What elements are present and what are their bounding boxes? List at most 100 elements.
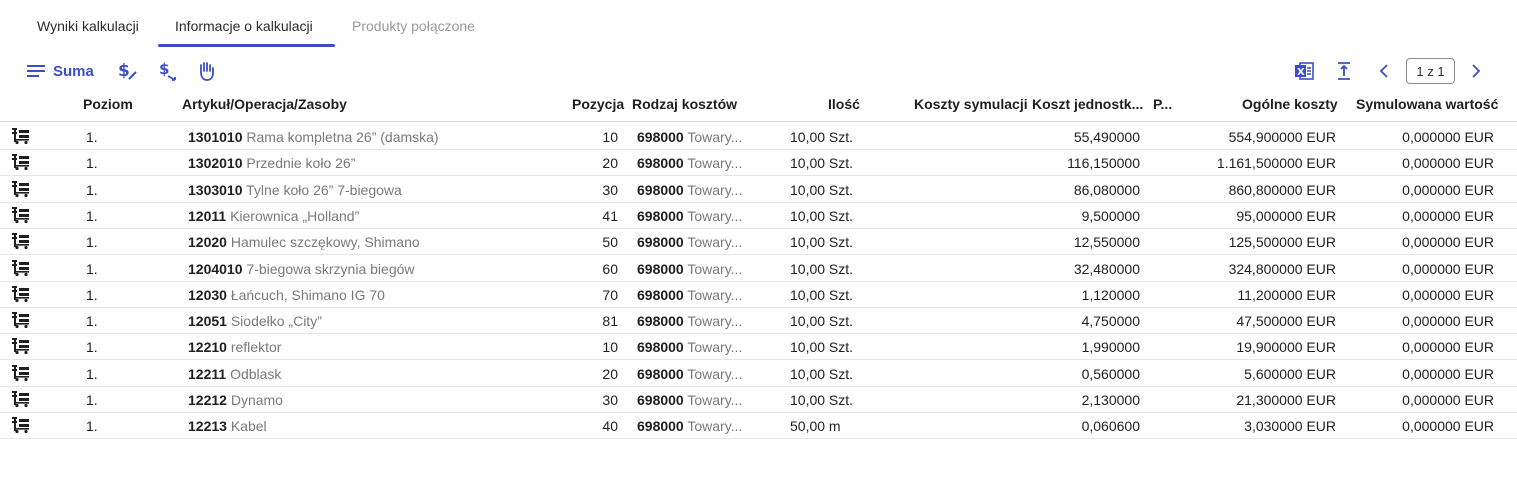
cell-total-costs: 125,500000 EUR [1228,234,1336,251]
table-row[interactable]: 1. 12211 Odblask 20 698000 Towary... 10,00 S… [0,360,1517,387]
col-header-article[interactable]: Artykuł/Operacja/Zasoby [182,96,347,112]
cell-article[interactable]: 12011 Kierownica „Holland” [188,208,359,224]
table-row[interactable]: 1. 1301010 Rama kompletna 26” (damska) 10 6… [0,123,1517,150]
article-name: Rama kompletna 26” (damska) [246,129,439,145]
cell-level: 1. [86,339,98,356]
dollar-edit-icon[interactable]: $ [116,59,138,83]
cost-type-name: Towary... [687,234,743,251]
cell-simulated-value: 0,000000 EUR [1402,181,1494,198]
cost-type-name: Towary... [687,286,743,303]
expand-icon[interactable] [1336,59,1352,83]
dollar-arrow-icon[interactable]: $ [157,59,179,83]
bom-item-icon [11,153,31,171]
cell-simulated-value: 0,000000 EUR [1402,313,1494,330]
cell-article[interactable]: 12030 Łańcuch, Shimano IG 70 [188,287,385,303]
cell-article[interactable]: 1204010 7-biegowa skrzynia biegów [188,261,415,277]
article-code: 12211 [188,365,227,382]
article-code: 12030 [188,286,227,303]
cell-cost-type: 698000 Towary... [637,339,757,355]
table-row[interactable]: 1. 1303010 Tylne koło 26” 7-biegowa 30 6980… [0,176,1517,203]
bom-item-icon [11,337,31,355]
article-name: Kierownica „Holland” [230,207,360,224]
cell-article[interactable]: 12051 Siodełko „City” [188,313,322,329]
table-row[interactable]: 1. 12020 Hamulec szczękowy, Shimano 50 6980… [0,228,1517,256]
cell-total-costs: 21,300000 EUR [1236,392,1336,408]
cell-unit-cost: 4,750000 [1081,313,1140,330]
cell-quantity: 10,00 Szt. [790,339,854,356]
cell-article[interactable]: 1302010 Przednie koło 26” [188,155,355,171]
grid-header: Poziom Artykuł/Operacja/Zasoby Pozycja R… [0,88,1517,122]
tab-linked-products[interactable]: Produkty połączone [352,18,475,34]
table-row[interactable]: 1. 12212 Dynamo 30 698000 Towary... 10,00 Sz… [0,386,1517,413]
cost-type-name: Towary... [687,313,743,330]
tab-calculation-results[interactable]: Wyniki kalkulacji [37,18,139,34]
cell-cost-type: 698000 Towary... [637,129,757,145]
cell-cost-type: 698000 Towary... [637,313,757,329]
cell-cost-type: 698000 Towary... [637,234,757,250]
article-name: Kabel [230,418,267,435]
cell-position: 41 [602,207,618,224]
cell-cost-type: 698000 Towary... [637,366,757,382]
cell-unit-cost: 116,150000 [1067,155,1140,172]
table-row[interactable]: 1. 12210 reflektor 10 698000 Towary... 10,00… [0,333,1517,361]
cost-type-code: 698000 [637,418,684,435]
table-row[interactable]: 1. 12030 Łańcuch, Shimano IG 70 70 698000 T… [0,281,1517,308]
cost-type-code: 698000 [637,339,684,356]
cell-position: 40 [602,418,618,435]
cell-quantity: 50,00 m [790,418,841,435]
cell-level: 1. [86,260,98,277]
col-header-p[interactable]: P... [1153,96,1172,112]
cell-position: 20 [602,155,618,172]
table-row[interactable]: 1. 12213 Kabel 40 698000 Towary... 50,00 m 0,… [0,412,1517,440]
col-header-level[interactable]: Poziom [83,96,133,112]
cell-article[interactable]: 1303010 Tylne koło 26” 7-biegowa [188,182,402,198]
svg-text:$: $ [118,61,130,81]
cell-article[interactable]: 1301010 Rama kompletna 26” (damska) [188,129,439,145]
chevron-right-icon[interactable] [1470,59,1482,83]
cell-total-costs: 554,900000 EUR [1228,129,1336,145]
article-name: reflektor [230,339,282,356]
cell-article[interactable]: 12211 Odblask [188,366,281,382]
cell-article[interactable]: 12210 reflektor [188,339,281,355]
col-header-unit-cost[interactable]: Koszt jednostk... [1032,96,1143,112]
cost-type-code: 698000 [637,260,684,277]
bom-item-icon [11,285,31,303]
article-code: 12051 [188,313,227,330]
col-header-cost-type[interactable]: Rodzaj kosztów [632,96,737,112]
table-row[interactable]: 1. 12011 Kierownica „Holland” 41 698000 Tow… [0,202,1517,229]
sum-button[interactable]: Suma [27,59,94,83]
col-header-position[interactable]: Pozycja [572,96,624,112]
cell-total-costs: 1.161,500000 EUR [1216,155,1336,172]
sum-label: Suma [53,62,94,80]
col-header-simulation-costs[interactable]: Koszty symulacji [914,96,1028,112]
cell-quantity: 10,00 Szt. [790,260,854,277]
col-header-simulated-value[interactable]: Symulowana wartość [1356,96,1498,112]
cell-cost-type: 698000 Towary... [637,392,757,408]
table-row[interactable]: 1. 1302010 Przednie koło 26” 20 698000 Towa… [0,149,1517,177]
hand-icon[interactable] [196,59,216,83]
cell-total-costs: 11,200000 EUR [1237,286,1336,303]
cell-unit-cost: 32,480000 [1073,260,1140,277]
excel-icon[interactable]: X [1294,59,1314,83]
cell-unit-cost: 86,080000 [1073,181,1140,198]
toolbar: Suma $ $ X 1 z 1 [0,54,1517,88]
article-name: 7-biegowa skrzynia biegów [246,260,415,277]
cell-article[interactable]: 12212 Dynamo [188,392,283,408]
article-name: Łańcuch, Shimano IG 70 [230,286,385,303]
tab-calculation-info[interactable]: Informacje o kalkulacji [175,18,313,34]
table-row[interactable]: 1. 12051 Siodełko „City” 81 698000 Towary..… [0,307,1517,335]
cell-simulated-value: 0,000000 EUR [1402,392,1494,408]
menu-lines-icon [27,64,45,78]
cell-position: 70 [602,286,618,303]
col-header-quantity[interactable]: Ilość [828,96,860,112]
cell-simulated-value: 0,000000 EUR [1402,234,1494,251]
cell-unit-cost: 12,550000 [1073,234,1140,251]
cell-article[interactable]: 12213 Kabel [188,418,267,434]
tab-bar: Wyniki kalkulacji Informacje o kalkulacj… [0,0,1517,48]
bom-item-icon [11,180,31,198]
cell-article[interactable]: 12020 Hamulec szczękowy, Shimano [188,234,420,250]
article-code: 1303010 [188,181,243,198]
table-row[interactable]: 1. 1204010 7-biegowa skrzynia biegów 60 698… [0,255,1517,282]
chevron-left-icon[interactable] [1378,59,1390,83]
col-header-total-costs[interactable]: Ogólne koszty [1242,96,1338,112]
